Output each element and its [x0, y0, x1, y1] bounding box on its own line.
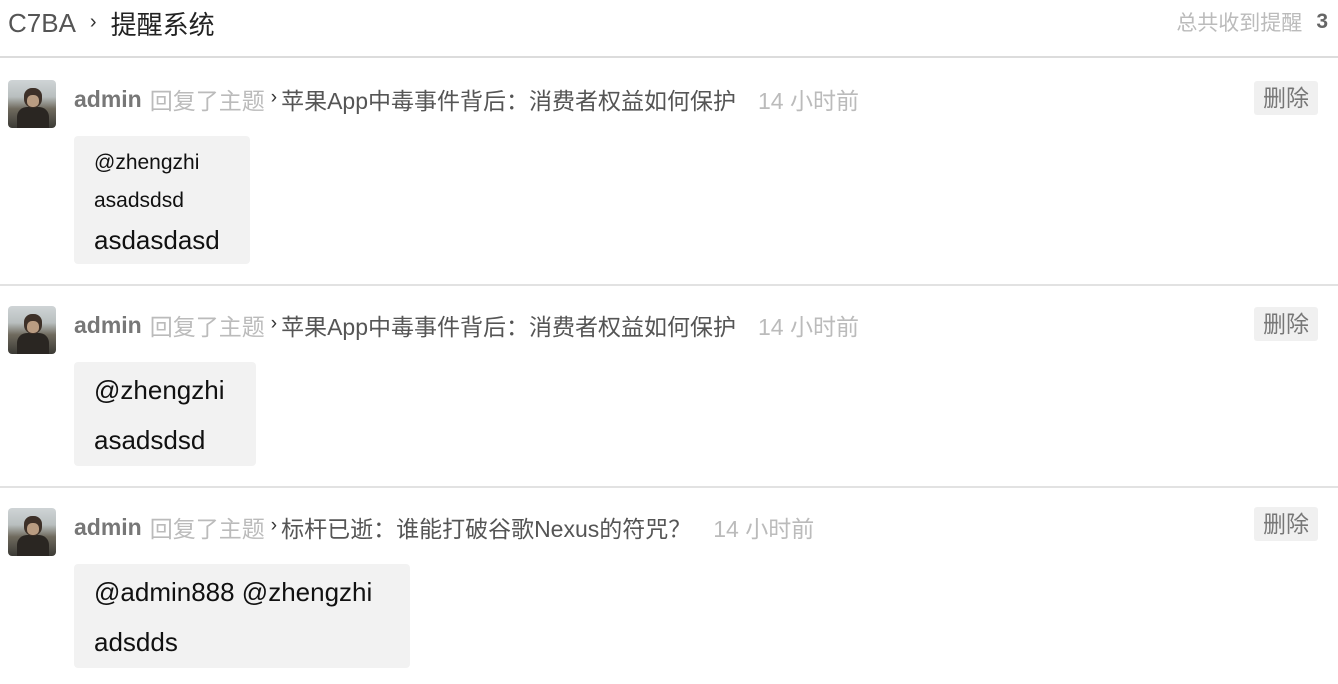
reply-content: @admin888 @zhengzhi adsdds [74, 564, 410, 668]
timestamp: 14 小时前 [758, 88, 859, 114]
topic-link[interactable]: 标杆已逝：谁能打破谷歌Nexus的符咒？ [281, 510, 691, 544]
delete-button[interactable]: 删除 [1254, 507, 1318, 541]
site-home-link[interactable]: C7BA [8, 8, 76, 39]
total-count: 3 [1316, 10, 1328, 33]
notification-meta: admin 回复了主题 › 苹果App中毒事件背后：消费者权益如何保护 14 小… [74, 308, 859, 342]
reply-line: asdasdasd [94, 225, 220, 255]
avatar[interactable] [8, 508, 56, 556]
user-link[interactable]: admin [74, 514, 142, 541]
topic-link[interactable]: 苹果App中毒事件背后：消费者权益如何保护 [281, 82, 736, 116]
reply-content: @zhengzhi asadsdsd [74, 362, 256, 466]
reply-content: @zhengzhi asadsdsd asdasdasd [74, 136, 250, 264]
notification-total: 总共收到提醒 3 [1176, 8, 1328, 36]
delete-button[interactable]: 删除 [1254, 307, 1318, 341]
avatar[interactable] [8, 80, 56, 128]
timestamp: 14 小时前 [713, 516, 815, 542]
topic-arrow: › [270, 515, 278, 536]
reply-line: @zhengzhi [94, 375, 225, 405]
reply-line: asadsdsd [94, 425, 206, 455]
page-title: 提醒系统 [110, 9, 215, 40]
topic-arrow: › [270, 313, 278, 334]
user-link[interactable]: admin [74, 86, 142, 113]
action-text: 回复了主题 [149, 314, 265, 340]
action-text: 回复了主题 [149, 88, 265, 114]
notification-item: admin 回复了主题 › 苹果App中毒事件背后：消费者权益如何保护 14 小… [0, 286, 1338, 488]
reply-line: @zhengzhi [94, 151, 200, 174]
avatar[interactable] [8, 306, 56, 354]
notification-meta: admin 回复了主题 › 标杆已逝：谁能打破谷歌Nexus的符咒？ 14 小时… [74, 510, 814, 544]
reply-line: @admin888 @zhengzhi [94, 577, 373, 607]
notification-meta: admin 回复了主题 › 苹果App中毒事件背后：消费者权益如何保护 14 小… [74, 82, 859, 116]
topic-arrow: › [270, 87, 278, 108]
user-link[interactable]: admin [74, 312, 142, 339]
breadcrumb: C7BA › 提醒系统 [8, 6, 215, 40]
topic-link[interactable]: 苹果App中毒事件背后：消费者权益如何保护 [281, 308, 736, 342]
breadcrumb-separator: › [89, 10, 97, 33]
action-text: 回复了主题 [149, 516, 265, 542]
reply-line: adsdds [94, 627, 178, 657]
notification-item: admin 回复了主题 › 苹果App中毒事件背后：消费者权益如何保护 14 小… [0, 60, 1338, 286]
delete-button[interactable]: 删除 [1254, 81, 1318, 115]
page-header: C7BA › 提醒系统 总共收到提醒 3 [0, 0, 1338, 58]
timestamp: 14 小时前 [758, 314, 859, 340]
notification-item: admin 回复了主题 › 标杆已逝：谁能打破谷歌Nexus的符咒？ 14 小时… [0, 488, 1338, 684]
reply-line: asadsdsd [94, 189, 184, 212]
total-label: 总共收到提醒 [1176, 12, 1303, 35]
